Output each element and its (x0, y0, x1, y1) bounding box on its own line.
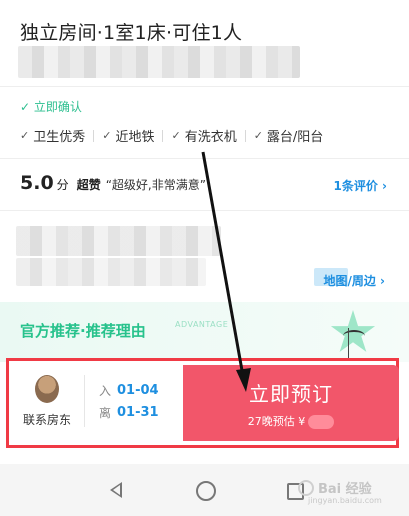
feature-separator (162, 129, 164, 142)
checkout-date: 01-31 (117, 404, 159, 420)
promo-title: 官方推荐·推荐理由 (20, 322, 146, 340)
feature-label: 近地铁 (115, 130, 155, 145)
promo-tag: ADVANTAGE (175, 320, 229, 329)
checkout-row: 离 01-31 (99, 401, 159, 423)
rating-quote: “超级好,非常满意” (105, 178, 206, 192)
mascot-face-icon (343, 330, 365, 342)
price-estimate-label: 27晚预估 ¥ (247, 414, 306, 428)
listing-title: 独立房间·1室1床·可住1人 (20, 22, 243, 44)
official-recommendation-banner[interactable]: 官方推荐·推荐理由 ADVANTAGE (0, 302, 409, 362)
back-icon[interactable] (104, 478, 128, 502)
reviews-link[interactable]: 1条评价 › (334, 177, 387, 194)
feature-separator (93, 129, 95, 142)
check-icon: ✓ (102, 129, 112, 142)
feature-label: 有洗衣机 (184, 130, 237, 145)
check-icon: ✓ (253, 129, 263, 142)
checkin-label: 入 (99, 383, 112, 398)
check-icon: ✓ (20, 129, 30, 142)
home-icon[interactable] (193, 478, 217, 502)
divider (0, 158, 409, 159)
feature-item: ✓ 近地铁 (102, 126, 164, 145)
rating-summary: 5.0 分 超赞 “超级好,非常满意” (20, 172, 206, 194)
divider (84, 375, 85, 427)
rating-label: 超赞 (76, 178, 101, 192)
checkin-date: 01-04 (117, 382, 159, 398)
watermark-brand: Bai 经验 (318, 482, 372, 497)
check-icon: ✓ (171, 129, 181, 142)
feature-item: ✓ 卫生优秀 (20, 126, 95, 145)
feature-item: ✓ 露台/阳台 (254, 126, 324, 145)
book-now-label: 立即预订 (249, 381, 333, 406)
paw-icon (298, 479, 314, 496)
contact-host-label: 联系房东 (22, 413, 71, 427)
book-now-button[interactable]: 立即预订 27晚预估 ¥ (183, 365, 399, 441)
date-selector[interactable]: 入 01-04 离 01-31 (99, 379, 159, 423)
checkin-row: 入 01-04 (99, 379, 159, 401)
booking-bar: 联系房东 入 01-04 离 01-31 立即预订 27晚预估 ¥ (6, 358, 399, 448)
rating-score: 5.0 (20, 172, 54, 194)
watermark: Bai 经验 (298, 478, 372, 497)
feature-label: 卫生优秀 (33, 130, 86, 145)
blurred-price (308, 414, 335, 429)
blurred-address (18, 46, 300, 78)
feature-item: ✓ 有洗衣机 (171, 126, 246, 145)
divider (0, 86, 409, 87)
blurred-location-text (16, 226, 221, 256)
map-nearby-link[interactable]: 地图/周边 › (323, 272, 385, 289)
mascot-line (348, 328, 349, 358)
instant-confirm-badge: ✓ 立即确认 (20, 100, 82, 114)
feature-list: ✓ 卫生优秀 ✓ 近地铁 ✓ 有洗衣机 ✓ 露台/阳台 (20, 126, 331, 145)
watermark-url: jingyan.baidu.com (308, 496, 382, 505)
rating-unit: 分 (56, 178, 69, 192)
checkout-label: 离 (99, 405, 112, 420)
blurred-location-text (16, 258, 206, 286)
feature-separator (244, 129, 246, 142)
price-estimate: 27晚预估 ¥ (248, 413, 335, 429)
divider (0, 210, 409, 211)
host-avatar (35, 375, 59, 403)
contact-host-button[interactable]: 联系房东 (12, 369, 82, 439)
feature-label: 露台/阳台 (266, 130, 324, 145)
